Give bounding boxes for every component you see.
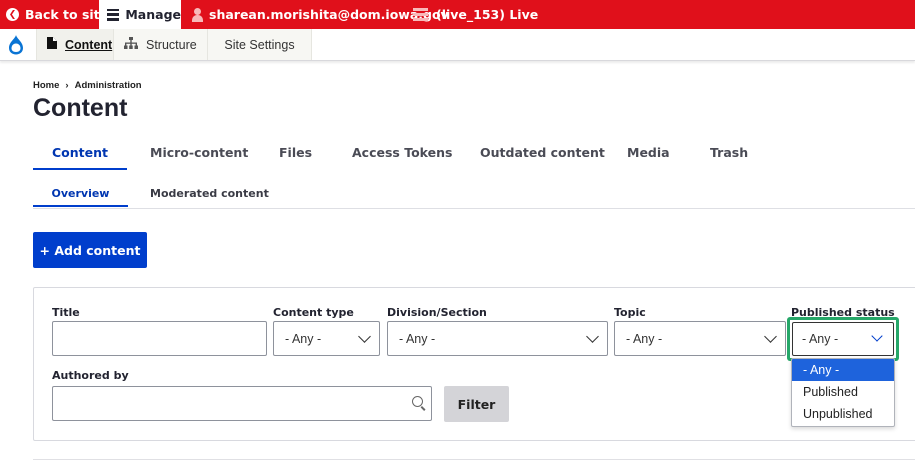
tray-structure-label: Structure [146,37,197,52]
tray-content-label: Content [65,37,113,52]
title-label: Title [52,306,80,319]
back-arrow-icon: ❮ [6,8,19,21]
content-type-label: Content type [273,306,354,319]
admin-toolbar: ❮ Back to site Manage sharean.morishita@… [0,0,915,29]
topic-select[interactable]: - Any - [614,321,786,356]
division-label: Division/Section [387,306,487,319]
tray-site-settings-link[interactable]: Site Settings [207,29,312,60]
tab-files[interactable]: Files [279,136,312,168]
dropdown-option-any[interactable]: - Any - [792,359,894,381]
filter-form: Title Content type - Any - Division/Sect… [33,287,915,441]
tray-settings-label: Site Settings [224,37,295,52]
user-account-tab[interactable]: sharean.morishita@dom.iowa.gov [192,0,449,29]
division-select[interactable]: - Any - [387,321,608,356]
structure-icon [124,37,138,52]
title-input[interactable] [52,321,267,356]
authored-by-input[interactable] [52,386,432,421]
tab-micro-content[interactable]: Micro-content [150,136,248,168]
published-status-select[interactable]: - Any - [788,318,898,360]
back-to-site-link[interactable]: ❮ Back to site [6,0,108,29]
dropdown-option-unpublished[interactable]: Unpublished [792,403,894,425]
tab-access-tokens[interactable]: Access Tokens [352,136,452,168]
user-icon [192,7,203,22]
breadcrumb: Home › Administration [33,80,142,91]
chevron-down-icon [871,330,883,342]
page-title: Content [33,94,128,122]
content-type-value: - Any - [285,331,322,346]
tab-content[interactable]: Content [33,136,127,170]
authored-by-label: Authored by [52,369,129,382]
chevron-down-icon [358,330,371,343]
add-content-button[interactable]: + Add content [33,232,147,268]
published-status-value: - Any - [802,332,839,346]
tab-media[interactable]: Media [627,136,670,168]
chevron-down-icon [764,330,777,343]
tab-outdated-content[interactable]: Outdated content [480,136,605,168]
back-to-site-label: Back to site [25,7,109,22]
tab-trash[interactable]: Trash [710,136,748,168]
environment-label: (live_153) Live [436,7,539,22]
topic-label: Topic [614,306,646,319]
server-icon [413,8,428,21]
tray-structure-link[interactable]: Structure [113,29,207,60]
published-status-control[interactable]: - Any - [792,322,894,356]
environment-indicator[interactable]: (live_153) Live [413,0,538,29]
tray-content-link[interactable]: Content [36,29,113,60]
topic-value: - Any - [626,331,663,346]
drupal-logo-icon[interactable] [0,29,32,60]
tab-moderated-content[interactable]: Moderated content [150,180,269,206]
document-icon [47,37,57,52]
search-icon [412,396,423,407]
filter-button[interactable]: Filter [444,386,509,422]
breadcrumb-separator: › [65,80,69,91]
divider [33,459,915,460]
breadcrumb-home[interactable]: Home [33,80,59,91]
content-type-select[interactable]: - Any - [273,321,380,356]
published-status-dropdown: - Any - Published Unpublished [791,358,895,427]
breadcrumb-administration[interactable]: Administration [75,80,142,91]
manage-tab[interactable]: Manage [99,0,181,29]
chevron-down-icon [586,330,599,343]
division-value: - Any - [399,331,436,346]
dropdown-option-published[interactable]: Published [792,381,894,403]
tab-overview[interactable]: Overview [33,180,128,207]
toolbar-tray: Content Structure Site Settings [0,29,915,61]
hamburger-icon [107,8,120,21]
secondary-tabs: Overview Moderated content [33,180,915,209]
manage-label: Manage [125,7,181,22]
